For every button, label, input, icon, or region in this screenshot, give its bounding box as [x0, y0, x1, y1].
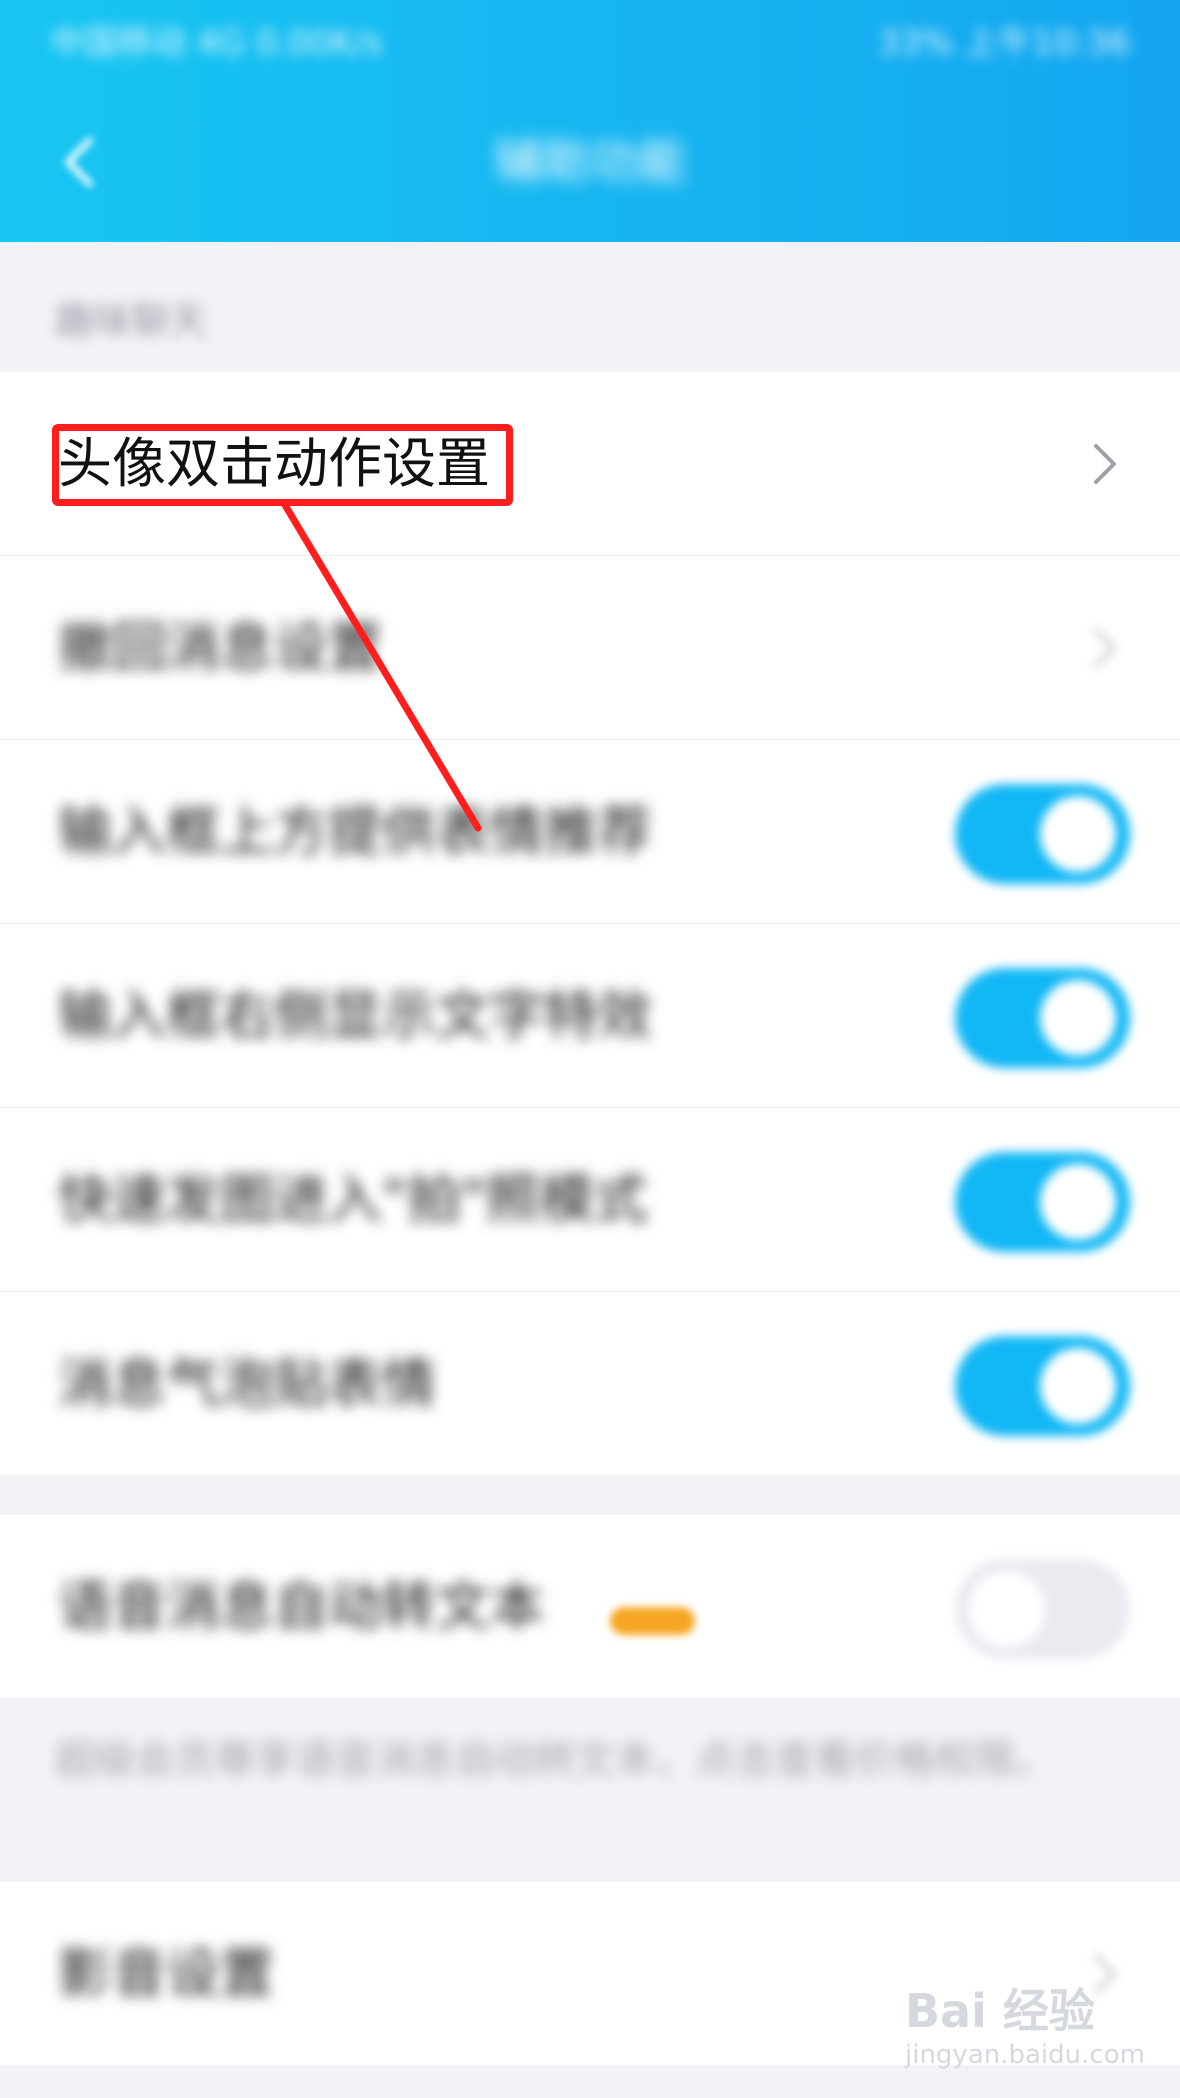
row-emoji-recommend[interactable]: 输入框上方提供表情推荐: [0, 740, 1180, 924]
row-voice-to-text[interactable]: 语音消息自动转文本: [0, 1515, 1180, 1698]
watermark-logo: Bai 经验: [905, 1984, 1095, 2038]
annotation-highlight-box: [52, 424, 513, 506]
row-label: 撤回消息设置: [58, 616, 382, 679]
nav-bar: 辅助功能: [0, 110, 1180, 220]
toggle-knob: [1040, 1348, 1116, 1424]
toggle-knob: [1040, 1164, 1116, 1240]
row-bubble-sticker[interactable]: 消息气泡贴表情: [0, 1292, 1180, 1475]
row-label: 输入框上方提供表情推荐: [58, 800, 652, 863]
settings-group-1: 头像双击动作设置 撤回消息设置 输入框上方提供表情推荐 输入框右侧显示文字特效 …: [0, 372, 1180, 1475]
row-label: 快速发图进入"拍"照模式: [58, 1168, 648, 1231]
row-label: 语音消息自动转文本: [58, 1575, 544, 1638]
chevron-right-icon: [1094, 444, 1116, 484]
row-label: 消息气泡贴表情: [58, 1352, 436, 1415]
toggle-knob: [1040, 980, 1116, 1056]
toggle-switch[interactable]: [955, 1336, 1130, 1436]
toggle-switch[interactable]: [955, 1152, 1130, 1252]
chevron-right-icon: [1094, 628, 1116, 668]
status-right: 33% 上午10:36: [877, 23, 1130, 63]
toggle-switch[interactable]: [955, 968, 1130, 1068]
footnote-text: 超级会员尊享语音消息自动转文本，点击查看价格权限。: [55, 1737, 1055, 1783]
row-label: 输入框右侧显示文字特效: [58, 984, 652, 1047]
app-header: 中国移动 4G 0.00K/s 33% 上午10:36 辅助功能: [0, 0, 1180, 242]
section-label: 趣味聊天: [55, 299, 208, 343]
settings-group-2: 语音消息自动转文本: [0, 1515, 1180, 1698]
row-label: 影音设置: [58, 1942, 274, 2005]
toggle-knob: [1040, 796, 1116, 872]
status-left: 中国移动 4G 0.00K/s: [50, 23, 383, 63]
page-title: 辅助功能: [493, 134, 686, 190]
row-recall-message[interactable]: 撤回消息设置: [0, 556, 1180, 740]
row-text-effects[interactable]: 输入框右侧显示文字特效: [0, 924, 1180, 1108]
row-quick-photo[interactable]: 快速发图进入"拍"照模式: [0, 1108, 1180, 1292]
watermark-url: jingyan.baidu.com: [905, 2040, 1145, 2070]
status-bar: 中国移动 4G 0.00K/s 33% 上午10:36: [50, 18, 1130, 68]
svip-badge: [610, 1607, 695, 1635]
screen: 中国移动 4G 0.00K/s 33% 上午10:36 辅助功能 趣味聊天 头像…: [0, 0, 1180, 2098]
toggle-knob: [969, 1571, 1045, 1647]
toggle-switch[interactable]: [955, 784, 1130, 884]
toggle-switch[interactable]: [955, 1559, 1130, 1659]
